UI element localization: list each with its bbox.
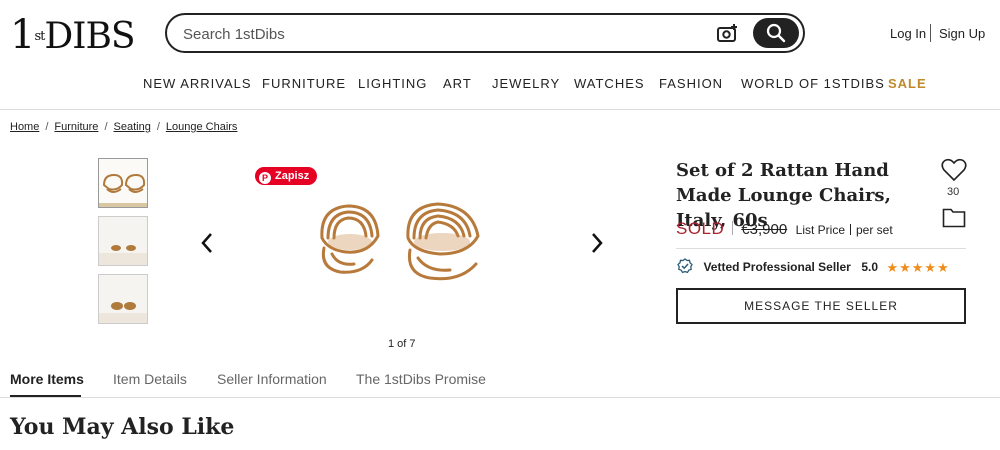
sold-status: SOLD <box>676 219 725 238</box>
site-header: 1stDIBS Log In Sign Up NEW ARRIVALS FURN… <box>0 0 1000 110</box>
vetted-seller-label: Vetted Professional Seller <box>703 260 851 274</box>
folder-icon <box>942 208 966 228</box>
pinterest-icon: P <box>259 172 271 184</box>
tab-item-details[interactable]: Item Details <box>113 371 187 387</box>
logo[interactable]: 1stDIBS <box>10 12 136 58</box>
nav-new-arrivals[interactable]: NEW ARRIVALS <box>143 76 252 91</box>
nav-sale[interactable]: SALE <box>888 76 927 91</box>
gallery-prev-arrow[interactable] <box>196 228 220 258</box>
breadcrumb-lounge-chairs[interactable]: Lounge Chairs <box>166 121 238 133</box>
message-seller-button[interactable]: MESSAGE THE SELLER <box>676 288 966 324</box>
gallery-thumbnail-2[interactable] <box>98 216 148 266</box>
chevron-right-icon <box>592 233 603 253</box>
nav-fashion[interactable]: FASHION <box>659 76 723 91</box>
seller-rating: 5.0 <box>861 260 878 274</box>
signup-link[interactable]: Sign Up <box>939 26 985 41</box>
nav-world-of-1stdibs[interactable]: WORLD OF 1STDIBS <box>741 76 885 91</box>
nav-art[interactable]: ART <box>443 76 472 91</box>
section-heading: You May Also Like <box>10 414 235 440</box>
nav-jewelry[interactable]: JEWELRY <box>492 76 560 91</box>
per-set-label: per set <box>856 223 893 237</box>
gallery-thumbnail-3[interactable] <box>98 274 148 324</box>
save-to-folder-button[interactable] <box>942 206 966 233</box>
nav-lighting[interactable]: LIGHTING <box>358 76 427 91</box>
search-input[interactable] <box>183 23 703 45</box>
breadcrumb-furniture[interactable]: Furniture <box>54 121 98 133</box>
search-bar <box>165 13 805 53</box>
active-tab-indicator <box>10 395 81 397</box>
tab-more-items[interactable]: More Items <box>10 371 84 387</box>
breadcrumb-home[interactable]: Home <box>10 121 39 133</box>
chevron-left-icon <box>201 233 212 253</box>
rating-stars: ★★★★★ <box>886 260 950 275</box>
list-price-value: €3,900 <box>741 221 788 238</box>
vetted-seller-row: Vetted Professional Seller 5.0 ★★★★★ <box>677 258 950 279</box>
main-nav: NEW ARRIVALS FURNITURE LIGHTING ART JEWE… <box>0 76 1000 92</box>
login-link[interactable]: Log In <box>890 26 926 41</box>
gallery-next-arrow[interactable] <box>585 228 609 258</box>
pinterest-save-button[interactable]: P Zapisz <box>255 167 318 185</box>
auth-divider <box>930 24 931 42</box>
tab-1stdibs-promise[interactable]: The 1stDibs Promise <box>356 371 486 387</box>
camera-search-icon[interactable] <box>717 23 739 43</box>
search-button[interactable] <box>753 18 799 48</box>
price-row: SOLD €3,900 List Price per set <box>676 219 893 239</box>
breadcrumb-seating[interactable]: Seating <box>114 121 151 133</box>
favorite-button[interactable] <box>941 158 967 187</box>
main-product-image[interactable] <box>310 198 490 286</box>
nav-furniture[interactable]: FURNITURE <box>262 76 346 91</box>
divider <box>676 248 966 249</box>
favorite-count: 30 <box>947 186 960 198</box>
heart-icon <box>941 158 967 182</box>
section-tabs: More Items Item Details Seller Informati… <box>0 362 1000 398</box>
search-icon <box>766 23 786 43</box>
gallery-thumbnail-1[interactable] <box>98 158 148 208</box>
vetted-badge-icon <box>677 258 693 274</box>
gallery-counter: 1 of 7 <box>388 338 416 350</box>
nav-watches[interactable]: WATCHES <box>574 76 645 91</box>
list-price-label: List Price <box>795 223 845 237</box>
tab-seller-information[interactable]: Seller Information <box>217 371 327 387</box>
breadcrumb: Home / Furniture / Seating / Lounge Chairs <box>10 121 238 133</box>
